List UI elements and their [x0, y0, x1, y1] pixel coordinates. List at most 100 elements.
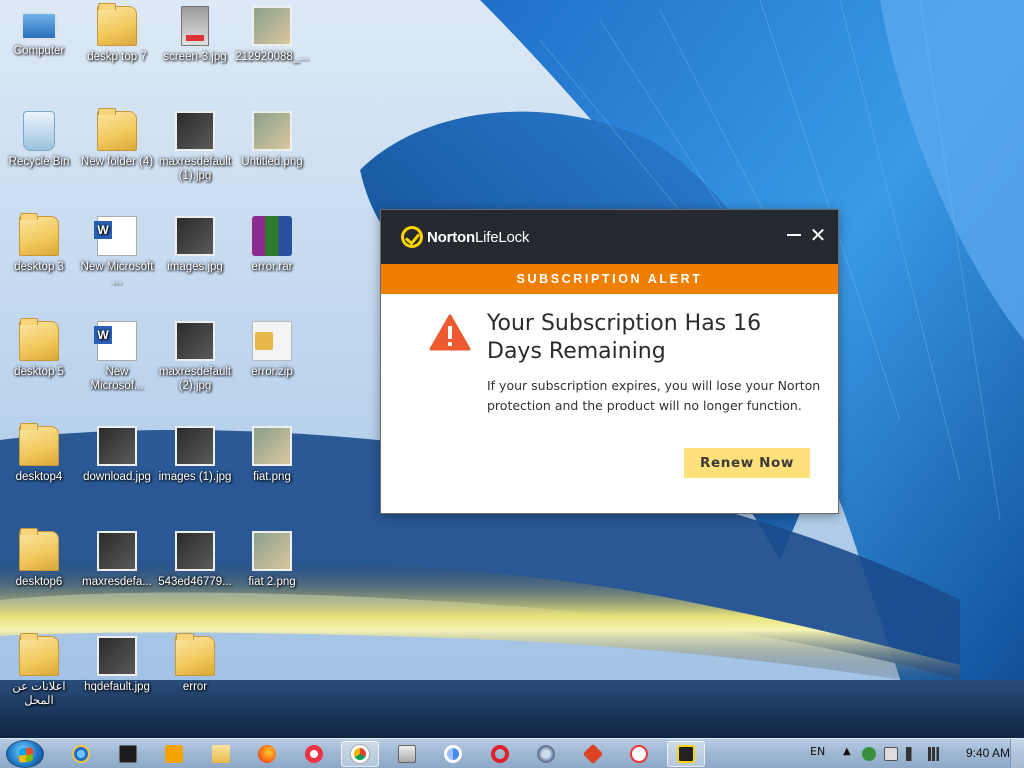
desktop-icon-label: deskp top 7	[87, 51, 147, 63]
desktop-icon-label: screen-3.jpg	[163, 51, 227, 63]
photo-icon	[175, 216, 215, 256]
desktop-icon[interactable]: desktop4	[0, 423, 78, 484]
norton-logo: NortonLifeLock	[401, 226, 529, 248]
folder-icon	[97, 108, 137, 151]
photo-icon	[175, 531, 215, 571]
desktop-icon[interactable]: New folder (4)	[78, 108, 156, 169]
desktop-icon[interactable]: hqdefault.jpg	[78, 636, 156, 694]
heart-app-icon	[582, 743, 604, 765]
dialog-titlebar[interactable]: NortonLifeLock ✕	[381, 210, 838, 264]
taskbar-app-yandex[interactable]	[620, 741, 658, 767]
folder-icon	[19, 318, 59, 361]
desktop-icon[interactable]: desktop 5	[0, 318, 78, 379]
desktop-icon-label: hqdefault.jpg	[84, 681, 150, 693]
photo-light-icon	[252, 6, 292, 46]
desktop-icon-label: maxresdefault (1).jpg	[158, 156, 232, 182]
desktop-icon[interactable]: error	[156, 633, 234, 694]
desktop-icon[interactable]: fiat.png	[233, 426, 311, 484]
browser-globe-icon	[537, 745, 555, 763]
taskbar-app-terminal[interactable]	[109, 741, 147, 767]
desktop-icon-label: fiat 2.png	[248, 576, 296, 588]
desktop-icon[interactable]: 212920088_...	[233, 6, 311, 64]
firefox-icon	[258, 745, 276, 763]
desktop-icon-label: desktop 5	[14, 366, 64, 378]
brand-name-bold: Norton	[427, 228, 475, 246]
photo-light-icon	[252, 426, 292, 466]
dialog-message: If your subscription expires, you will l…	[487, 378, 821, 413]
renew-now-button[interactable]: Renew Now	[684, 448, 810, 478]
desktop-icon-label: maxresdefault (2).jpg	[158, 366, 232, 392]
taskbar-app-internet-explorer[interactable]	[62, 741, 100, 767]
taskbar-app-norton[interactable]	[667, 741, 705, 767]
taskbar-app-chrome[interactable]	[341, 741, 379, 767]
photo-icon	[97, 426, 137, 466]
taskbar-app-heart-app[interactable]	[574, 741, 612, 767]
desktop-icon[interactable]: deskp top 7	[78, 3, 156, 64]
desktop-icon-label: New Microsoft ...	[80, 261, 154, 287]
desktop-icon-label: desktop4	[15, 471, 63, 483]
desktop-icon[interactable]: New Microsof...	[78, 321, 156, 393]
taskbar-app-firefox[interactable]	[248, 741, 286, 767]
taskbar-app-opera[interactable]	[481, 741, 519, 767]
taskbar-app-browser-globe[interactable]	[527, 741, 565, 767]
desktop-icon-label: fiat.png	[253, 471, 291, 483]
desktop-icon[interactable]: maxresdefault (2).jpg	[156, 321, 234, 393]
photo-light-icon	[252, 111, 292, 151]
calculator-icon	[398, 745, 416, 763]
start-button[interactable]	[6, 740, 44, 768]
opera-icon	[491, 745, 509, 763]
bin-icon	[23, 111, 55, 151]
taskbar-app-calculator[interactable]	[388, 741, 426, 767]
desktop-icon[interactable]: error.zip	[233, 321, 311, 379]
folder-icon	[19, 213, 59, 256]
desktop-icon[interactable]: maxresdefa...	[78, 531, 156, 589]
photo-light-icon	[252, 531, 292, 571]
desktop-icon[interactable]: Untitled.png	[233, 111, 311, 169]
taskbar-app-media-player[interactable]	[155, 741, 193, 767]
desktop-icon[interactable]: Computer	[0, 6, 78, 58]
photo-icon	[175, 111, 215, 151]
desktop-icon[interactable]: desktop 3	[0, 213, 78, 274]
desktop-icon[interactable]: screen-3.jpg	[156, 6, 234, 64]
word-icon	[94, 321, 137, 361]
folder-icon	[19, 633, 59, 676]
file-explorer-icon	[212, 745, 230, 763]
clock[interactable]: 9:40 AM	[966, 746, 1010, 760]
folder-icon	[175, 633, 215, 676]
desktop-icon[interactable]: images.jpg	[156, 216, 234, 274]
language-indicator[interactable]: EN	[810, 745, 825, 758]
taskbar-app-file-explorer[interactable]	[202, 741, 240, 767]
volume-icon[interactable]	[906, 747, 920, 761]
close-icon: ✕	[809, 223, 827, 247]
desktop-icon[interactable]: اعلانات عن المحل	[0, 633, 78, 708]
terminal-icon	[119, 745, 137, 763]
chrome-icon	[351, 745, 369, 763]
desktop-icon[interactable]: maxresdefault (1).jpg	[156, 111, 234, 183]
taskbar-app-opera-gx[interactable]	[295, 741, 333, 767]
brand-name-light: LifeLock	[474, 228, 530, 246]
dialog-body: Your Subscription Has 16 Days Remaining …	[381, 294, 838, 513]
desktop-icon-label: اعلانات عن المحل	[12, 681, 66, 707]
folder-icon	[97, 3, 137, 46]
warning-triangle-icon	[429, 314, 471, 351]
show-desktop-button[interactable]	[1010, 739, 1024, 768]
taskbar-app-chromium[interactable]	[434, 741, 472, 767]
minimize-button[interactable]	[783, 224, 805, 246]
desktop-icon[interactable]: images (1).jpg	[156, 426, 234, 484]
desktop-icon[interactable]: desktop6	[0, 528, 78, 589]
desktop-icon[interactable]: fiat 2.png	[233, 531, 311, 589]
zip-icon	[252, 321, 292, 361]
norton-tray-icon[interactable]	[862, 747, 876, 761]
network-signal-icon[interactable]	[928, 747, 942, 761]
desktop-icon[interactable]: 543ed46779...	[156, 531, 234, 589]
desktop-icon[interactable]: download.jpg	[78, 426, 156, 484]
desktop-icon[interactable]: error.rar	[233, 216, 311, 274]
close-button[interactable]: ✕	[807, 224, 829, 246]
media-player-icon	[165, 745, 183, 763]
device-tray-icon[interactable]	[884, 747, 898, 761]
desktop-icon-label: error.rar	[251, 261, 293, 273]
desktop-icon[interactable]: Recycle Bin	[0, 111, 78, 169]
desktop-icon[interactable]: New Microsoft ...	[78, 216, 156, 288]
folder-icon	[19, 528, 59, 571]
show-hidden-icons-chevron-icon[interactable]: ▲	[843, 746, 851, 757]
